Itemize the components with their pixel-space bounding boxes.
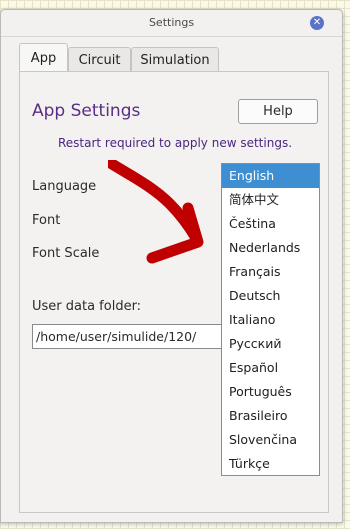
language-option[interactable]: Nederlands: [222, 236, 319, 260]
language-option[interactable]: Русский: [222, 332, 319, 356]
language-option[interactable]: 简体中文: [222, 188, 319, 212]
titlebar: Settings ✕: [1, 10, 342, 37]
language-option[interactable]: Deutsch: [222, 284, 319, 308]
language-option[interactable]: Brasileiro: [222, 404, 319, 428]
language-option[interactable]: Português: [222, 380, 319, 404]
language-option[interactable]: Türkçe: [222, 452, 319, 476]
language-option[interactable]: Français: [222, 260, 319, 284]
language-dropdown-list[interactable]: English 简体中文 Čeština Nederlands Français…: [221, 163, 320, 476]
window-title: Settings: [148, 16, 195, 29]
language-option[interactable]: English: [222, 164, 319, 188]
language-option[interactable]: Čeština: [222, 212, 319, 236]
language-option[interactable]: Español: [222, 356, 319, 380]
font-scale-label: Font Scale: [32, 246, 100, 261]
red-arrow-annotation: [108, 160, 204, 264]
help-button[interactable]: Help: [238, 99, 318, 124]
close-icon[interactable]: ✕: [310, 16, 324, 30]
page-title: App Settings: [32, 101, 141, 121]
tab-app[interactable]: App: [19, 43, 68, 73]
language-option[interactable]: Slovenčina: [222, 428, 319, 452]
font-label: Font: [32, 213, 61, 228]
language-label: Language: [32, 179, 97, 194]
user-folder-label: User data folder:: [32, 299, 142, 314]
language-option[interactable]: Italiano: [222, 308, 319, 332]
tab-circuit[interactable]: Circuit: [68, 47, 131, 72]
user-folder-field[interactable]: /home/user/simulide/120/: [32, 324, 237, 349]
tab-simulation[interactable]: Simulation: [131, 47, 219, 72]
restart-notice: Restart required to apply new settings.: [57, 136, 293, 150]
